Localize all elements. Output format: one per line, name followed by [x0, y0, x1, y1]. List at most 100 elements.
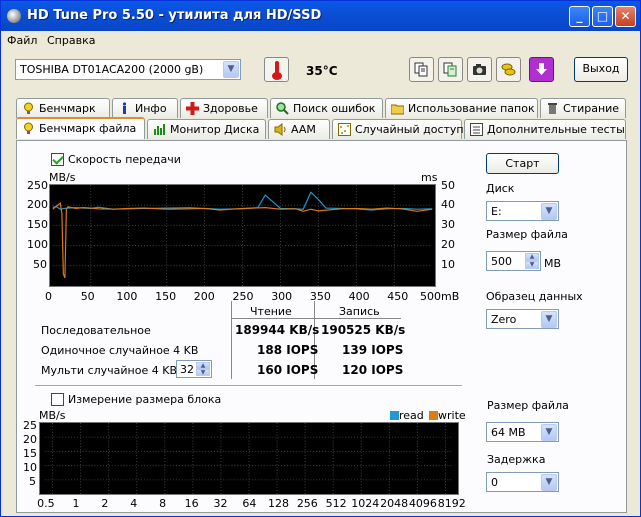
chevron-down-icon[interactable]: ▼ — [541, 311, 557, 328]
x-tick-label: 150 — [155, 290, 177, 303]
chevron-down-icon[interactable]: ▼ — [223, 61, 239, 78]
chevron-down-icon[interactable]: ▼ — [541, 203, 557, 220]
y-left-tick: 200 — [27, 198, 48, 211]
chevron-down-icon[interactable]: ▼ — [541, 424, 557, 441]
transfer-rate-graph — [49, 184, 436, 287]
y-right-tick: 30 — [441, 218, 455, 231]
chevron-down-icon[interactable]: ▼ — [541, 474, 557, 491]
tab-aam[interactable]: AAM — [268, 119, 330, 139]
x-tick-label: 450 — [387, 290, 409, 303]
y-right-tick: 50 — [441, 179, 455, 192]
block-x-tick-label: 256 — [296, 497, 318, 510]
table-divider — [231, 301, 232, 379]
block-size-label: Измерение размера блока — [68, 393, 222, 406]
title-bar[interactable]: HD Tune Pro 5.50 - утилита для HD/SSD _ … — [1, 1, 640, 31]
data-pattern-select[interactable]: Zero ▼ — [486, 309, 559, 329]
disk-select[interactable]: E: ▼ — [486, 201, 559, 221]
disk-label: Диск — [486, 182, 515, 195]
tab-random-access[interactable]: Случайный доступ — [332, 119, 464, 139]
transfer-rate-label: Скорость передачи — [68, 153, 181, 166]
data-pattern-value: Zero — [491, 313, 517, 326]
menu-help[interactable]: Справка — [47, 34, 95, 47]
copy-button[interactable] — [409, 57, 434, 82]
multi-random-label: Мульти случайное 4 KB — [41, 364, 177, 377]
exit-button[interactable]: Выход — [574, 57, 628, 82]
disk-select-value: E: — [491, 205, 502, 218]
file-size-spinner[interactable]: 500 ▲ ▼ — [486, 251, 541, 271]
block-x-tick-label: 4096 — [408, 497, 437, 510]
folder-icon — [391, 104, 404, 115]
menu-file[interactable]: Файл — [7, 34, 37, 47]
close-button[interactable]: ✕ — [615, 6, 636, 27]
minimize-icon: _ — [576, 9, 583, 23]
maximize-button[interactable]: □ — [592, 6, 613, 27]
multi-random-read-value: 160 IOPS — [257, 363, 319, 377]
tab-file-benchmark[interactable]: Бенчмарк файла — [16, 117, 145, 139]
app-window: HD Tune Pro 5.50 - утилита для HD/SSD _ … — [0, 0, 641, 517]
y-left-tick: 50 — [33, 258, 47, 271]
file-size-value: 500 — [491, 255, 512, 268]
error-scan-icon — [276, 102, 289, 115]
file-size-label: Размер файла — [486, 228, 568, 241]
temperature-button[interactable] — [264, 57, 289, 82]
y-right-tick: 20 — [441, 238, 455, 251]
y-right-tick: 10 — [441, 258, 455, 271]
block-file-size-value: 64 MB — [491, 426, 526, 439]
block-x-tick-label: 0.5 — [37, 497, 55, 510]
transfer-rate-checkbox[interactable] — [51, 153, 64, 166]
speaker-icon — [274, 123, 286, 136]
block-file-size-select[interactable]: 64 MB ▼ — [486, 422, 559, 442]
tabs-top-row: Бенчмарк Инфо Здоровье Поиск ошибок Испо… — [16, 98, 626, 118]
benchmark-icon — [24, 102, 33, 114]
tab-info[interactable]: Инфо — [112, 98, 178, 118]
coins-button[interactable] — [496, 57, 521, 82]
tab-health-label: Здоровье — [203, 102, 258, 115]
tab-erase-label: Стирание — [563, 102, 620, 115]
block-x-tick-label: 2048 — [380, 497, 409, 510]
legend-read: read — [390, 409, 424, 422]
minimize-button[interactable]: _ — [569, 6, 590, 27]
legend-read-swatch — [390, 411, 399, 420]
spin-down-icon[interactable]: ▼ — [196, 369, 210, 376]
x-tick-label: 250 — [232, 290, 254, 303]
series-line-write — [52, 202, 433, 279]
spin-down-icon[interactable]: ▼ — [525, 261, 539, 269]
copy-icon — [414, 62, 428, 77]
download-button[interactable] — [529, 57, 554, 82]
delay-select[interactable]: 0 ▼ — [486, 472, 559, 492]
start-button[interactable]: Старт — [486, 153, 559, 174]
block-size-checkbox[interactable] — [51, 393, 64, 406]
coins-icon — [501, 63, 516, 76]
tab-aam-label: AAM — [291, 123, 316, 136]
tab-health[interactable]: Здоровье — [180, 98, 268, 118]
spin-up-icon[interactable]: ▲ — [196, 362, 210, 369]
tab-benchmark[interactable]: Бенчмарк — [16, 98, 110, 118]
download-icon — [536, 63, 547, 75]
tab-error-scan[interactable]: Поиск ошибок — [270, 98, 383, 118]
copy-all-button[interactable] — [438, 57, 463, 82]
block-x-tick-label: 8192 — [437, 497, 466, 510]
y-left-tick: 150 — [27, 218, 48, 231]
y-left-unit: MB/s — [49, 171, 76, 184]
sequential-read-value: 189944 KB/s — [235, 323, 320, 337]
single-random-label: Одиночное случайное 4 KB — [41, 344, 199, 357]
x-tick-label: 100 — [116, 290, 138, 303]
drive-select[interactable]: TOSHIBA DT01ACA200 (2000 gB) ▼ — [15, 59, 241, 80]
block-file-size-label: Размер файла — [487, 399, 569, 412]
block-y-unit: MB/s — [39, 409, 66, 422]
tab-extra-tests[interactable]: Дополнительные тесты — [464, 119, 626, 139]
tab-erase[interactable]: Стирание — [540, 98, 626, 118]
tab-folder-usage[interactable]: Использование папок — [385, 98, 538, 118]
block-y-tick: 20 — [23, 433, 37, 446]
legend-write-swatch — [429, 411, 438, 420]
queue-depth-spinner[interactable]: 32 ▲ ▼ — [176, 360, 212, 378]
screenshot-button[interactable] — [467, 57, 492, 82]
tab-disk-monitor[interactable]: Монитор Диска — [147, 119, 266, 139]
tab-extra-tests-label: Дополнительные тесты — [487, 123, 625, 136]
single-random-write-value: 139 IOPS — [342, 343, 404, 357]
info-icon — [122, 102, 127, 114]
tab-folder-usage-label: Использование папок — [408, 102, 535, 115]
file-benchmark-panel: Скорость передачи MB/s ms 250 200 150 10… — [16, 140, 627, 513]
spin-up-icon[interactable]: ▲ — [525, 253, 539, 261]
delay-label: Задержка — [487, 453, 546, 466]
